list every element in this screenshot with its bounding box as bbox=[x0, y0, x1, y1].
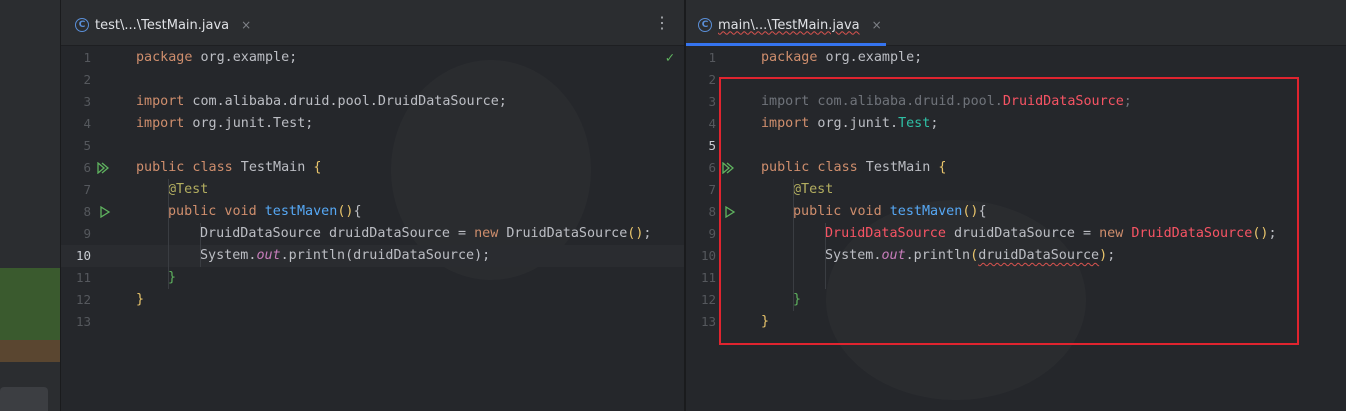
line-number: 8 bbox=[83, 204, 91, 219]
line-number: 13 bbox=[75, 314, 91, 329]
tool-window-highlight bbox=[0, 268, 60, 340]
code-text: import org.junit.Test; bbox=[136, 116, 314, 131]
line-number: 2 bbox=[83, 72, 91, 87]
line-number: 3 bbox=[83, 94, 91, 109]
highlight-annotation-box bbox=[719, 77, 1299, 345]
code-line: 8 public void testMaven(){ bbox=[61, 201, 684, 223]
code-text: @Test bbox=[168, 182, 209, 197]
tab-main-testmain[interactable]: C main\...\TestMain.java × bbox=[690, 12, 890, 38]
code-line: 3 import com.alibaba.druid.pool.DruidDat… bbox=[61, 91, 684, 113]
tab-bar-left: C test\...\TestMain.java × ⋮ bbox=[61, 0, 684, 46]
code-line: 5 bbox=[61, 135, 684, 157]
code-text: public void testMaven(){ bbox=[168, 204, 362, 219]
code-text: package org.example; bbox=[136, 50, 298, 65]
line-number: 4 bbox=[708, 116, 716, 131]
code-text: package org.example; bbox=[761, 50, 923, 65]
line-number: 5 bbox=[83, 138, 91, 153]
line-number: 11 bbox=[75, 270, 91, 285]
line-number: 11 bbox=[700, 270, 716, 285]
code-line: 13 bbox=[61, 311, 684, 333]
line-number: 1 bbox=[708, 50, 716, 65]
code-line: 9 DruidDataSource druidDataSource = new … bbox=[61, 223, 684, 245]
class-c-icon: C bbox=[698, 18, 712, 32]
tool-window-highlight-2 bbox=[0, 340, 60, 362]
line-number: 7 bbox=[83, 182, 91, 197]
line-number: 10 bbox=[700, 248, 716, 263]
editor-pane-right: C main\...\TestMain.java × 1 package org… bbox=[686, 0, 1346, 411]
tool-window-button[interactable] bbox=[0, 387, 48, 411]
close-icon[interactable]: × bbox=[241, 18, 251, 32]
indent-guide bbox=[168, 179, 169, 289]
line-number: 2 bbox=[708, 72, 716, 87]
run-all-icon[interactable] bbox=[97, 162, 109, 174]
line-number: 7 bbox=[708, 182, 716, 197]
line-number: 10 bbox=[75, 248, 91, 263]
line-number: 6 bbox=[83, 160, 91, 175]
code-line: 1 package org.example; bbox=[686, 47, 1346, 69]
tab-label: test\...\TestMain.java bbox=[95, 17, 230, 33]
code-text: import com.alibaba.druid.pool.DruidDataS… bbox=[136, 94, 507, 109]
line-number: 6 bbox=[708, 160, 716, 175]
line-number: 13 bbox=[700, 314, 716, 329]
editor-pane-left: C test\...\TestMain.java × ⋮ ✓ 1 package… bbox=[61, 0, 684, 411]
active-tab-indicator bbox=[686, 43, 886, 46]
line-number: 1 bbox=[83, 50, 91, 65]
code-line: 1 package org.example; bbox=[61, 47, 684, 69]
code-text: System.out.println(druidDataSource); bbox=[200, 248, 491, 263]
code-line-current: 10 System.out.println(druidDataSource); bbox=[61, 245, 684, 267]
code-text: DruidDataSource druidDataSource = new Dr… bbox=[200, 226, 652, 241]
code-line: 12 } bbox=[61, 289, 684, 311]
code-line: 7 @Test bbox=[61, 179, 684, 201]
tab-test-testmain[interactable]: C test\...\TestMain.java × bbox=[67, 12, 259, 38]
line-number: 5 bbox=[708, 138, 716, 153]
code-line: 11 } bbox=[61, 267, 684, 289]
code-text: public class TestMain { bbox=[136, 160, 322, 175]
tab-bar-right: C main\...\TestMain.java × bbox=[686, 0, 1346, 46]
line-number: 9 bbox=[708, 226, 716, 241]
code-text: } bbox=[168, 270, 177, 285]
run-icon[interactable] bbox=[99, 206, 111, 218]
line-number: 8 bbox=[708, 204, 716, 219]
more-options-icon[interactable]: ⋮ bbox=[654, 15, 670, 31]
code-text: } bbox=[136, 292, 145, 307]
tab-label: main\...\TestMain.java bbox=[718, 17, 860, 33]
code-line: 2 bbox=[61, 69, 684, 91]
code-line: 6 public class TestMain { bbox=[61, 157, 684, 179]
line-number: 9 bbox=[83, 226, 91, 241]
code-editor-left[interactable]: 1 package org.example; 2 3 import com.al… bbox=[61, 47, 684, 411]
line-number: 12 bbox=[75, 292, 91, 307]
indent-guide bbox=[200, 223, 201, 267]
tool-window-strip bbox=[0, 0, 61, 411]
line-number: 3 bbox=[708, 94, 716, 109]
code-line: 4 import org.junit.Test; bbox=[61, 113, 684, 135]
line-number: 12 bbox=[700, 292, 716, 307]
close-icon[interactable]: × bbox=[872, 18, 882, 32]
class-c-icon: C bbox=[75, 18, 89, 32]
line-number: 4 bbox=[83, 116, 91, 131]
